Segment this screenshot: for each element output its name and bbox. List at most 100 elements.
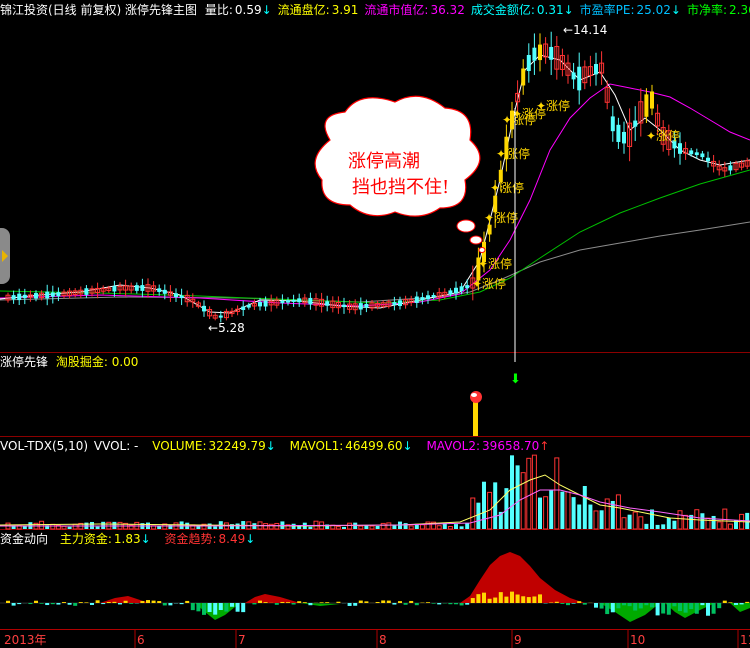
candle-body: [487, 224, 492, 235]
capital-flow-bar: [448, 603, 453, 605]
capital-flow-bar: [655, 603, 660, 616]
candle-body: [728, 165, 733, 171]
x-axis-month-label: 9: [514, 633, 522, 647]
capital-flow-bar: [437, 603, 442, 605]
high-annotation: ←14.14: [563, 23, 607, 37]
volume-bar: [560, 491, 565, 529]
candle-body: [11, 295, 16, 300]
volume-bar: [638, 516, 644, 530]
candle-body: [325, 301, 330, 306]
volume-bar: [39, 520, 45, 530]
capital-flow-bar: [140, 601, 145, 603]
capital-flow-bar: [67, 603, 72, 605]
capital-flow-bar: [179, 603, 184, 605]
candle-body: [280, 300, 285, 304]
capital-flow-bar: [62, 602, 66, 603]
candle-body: [549, 46, 554, 60]
volume-bar: [554, 457, 560, 530]
candle-body: [179, 295, 184, 299]
x-axis-month-label: 6: [137, 633, 145, 647]
chart-canvas[interactable]: ←14.14 ←5.28 ✦涨停✦涨停✦涨停✦涨停✦涨停✦涨停✦涨停✦涨停✦涨停…: [0, 0, 750, 648]
capital-flow-bar: [689, 603, 694, 610]
limit-up-label: ✦涨停: [490, 180, 524, 195]
bubble-line1: 涨停高潮: [348, 151, 420, 172]
volume-bar: [727, 523, 733, 530]
capital-flow-bar: [375, 601, 380, 603]
capital-flow-bar: [196, 603, 201, 612]
capital-flow-bar: [308, 603, 313, 606]
volume-bar: [101, 521, 106, 529]
capital-flow-bar: [118, 603, 122, 605]
candle-body: [246, 304, 251, 308]
volume-bar: [454, 524, 458, 529]
candle-body: [678, 143, 682, 154]
volume-bar: [347, 522, 353, 530]
candle-body: [426, 295, 430, 300]
limit-up-signal-pin: [470, 391, 482, 436]
capital-flow-bar: [403, 603, 408, 605]
down-arrow-icon: ⬇: [510, 372, 521, 387]
capital-flow-bar: [582, 603, 587, 605]
capital-flow-bar: [73, 603, 78, 606]
volume-bar: [335, 526, 341, 530]
low-annotation: ←5.28: [208, 321, 245, 335]
candle-body: [364, 303, 369, 308]
volume-bar: [538, 497, 542, 529]
volume-bar: [683, 514, 689, 530]
capital-flow-bar: [50, 603, 55, 605]
candle-body: [594, 64, 598, 75]
capital-flow-bar: [168, 603, 173, 606]
capital-flow-bar: [319, 602, 324, 603]
volume-bar: [465, 522, 470, 529]
capital-flow-bar: [386, 600, 391, 603]
capital-flow-bar: [431, 603, 436, 604]
candle-body: [22, 294, 27, 299]
volume-bar: [112, 521, 117, 529]
capital-flow-bar: [498, 592, 503, 603]
volume-bar: [67, 526, 72, 529]
volume-bar: [650, 509, 654, 529]
volume-bar: [549, 490, 554, 529]
volume-bar: [436, 525, 442, 530]
volume-bar: [661, 524, 666, 529]
candle-body: [258, 302, 262, 307]
candle-body: [162, 289, 167, 294]
volume-bar: [213, 526, 218, 529]
capital-flow-bar: [722, 600, 727, 603]
capital-flow-bar: [734, 603, 738, 605]
capital-flow-bar: [515, 594, 520, 603]
capital-flow-bar: [683, 603, 688, 613]
volume-bar: [577, 504, 582, 529]
volume-bar: [515, 465, 520, 529]
capital-flow-bar: [230, 603, 234, 607]
volume-bar: [599, 510, 604, 529]
candle-body: [650, 91, 654, 109]
capital-flow-bar: [157, 601, 162, 603]
volume-bar: [627, 514, 632, 529]
volume-bar: [520, 472, 526, 530]
capital-flow-bar: [605, 603, 610, 615]
capital-flow-bar: [364, 601, 369, 603]
candle-body: [297, 298, 302, 303]
volume-bar: [482, 481, 486, 529]
candle-body: [689, 150, 694, 155]
volume-bar: [50, 523, 56, 530]
volume-bar: [459, 526, 464, 529]
candle-body: [140, 285, 145, 291]
candle-body: [358, 303, 363, 310]
capital-flow-bar: [34, 600, 38, 603]
capital-flow-bar: [700, 603, 705, 606]
candle-body: [34, 293, 38, 299]
capital-flow-bar: [112, 601, 117, 603]
capital-flow-bar: [190, 603, 195, 611]
volume-bar: [380, 522, 386, 530]
bubble-line2: 挡也挡不住!: [352, 177, 449, 198]
capital-flow-bar: [599, 603, 604, 609]
volume-bar: [95, 526, 100, 529]
capital-flow-bar: [302, 602, 307, 603]
volume-bar: [510, 455, 514, 529]
capital-flow-bar: [291, 603, 296, 605]
volume-bar: [632, 511, 638, 530]
volume-bar: [716, 521, 722, 530]
capital-flow-bar: [90, 603, 94, 605]
